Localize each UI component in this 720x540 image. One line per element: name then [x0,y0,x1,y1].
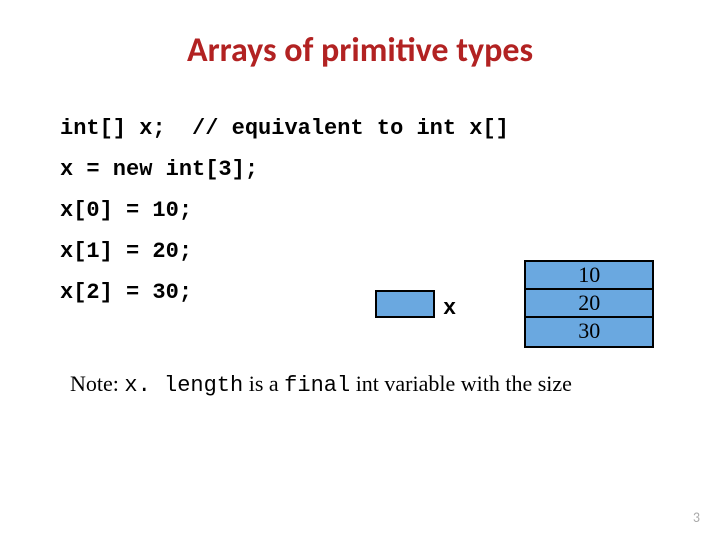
note-mid: is a [243,371,284,396]
reference-label: x [443,296,456,321]
note-suffix: int variable with the size [350,371,572,396]
reference-group: x [375,288,456,321]
array-box: 10 20 30 [524,260,654,348]
code-line-decl: int[] x; // equivalent to int x[] [60,116,660,141]
array-diagram: x 10 20 30 [375,260,654,348]
array-cell-0: 10 [526,262,652,290]
array-cell-1: 20 [526,290,652,318]
note-prefix: Note: [70,371,124,396]
reference-box [375,290,435,318]
decl-comment: // equivalent to int x[] [192,116,509,141]
array-cell-2: 30 [526,318,652,346]
code-line-new: x = new int[3]; [60,157,660,182]
page-number: 3 [693,509,700,526]
decl-code: int[] x; [60,116,166,141]
slide-title: Arrays of primitive types [0,0,720,71]
code-line-assign-0: x[0] = 10; [60,198,660,223]
note-code-final: final [284,373,350,398]
note-code-length: x. length [124,373,243,398]
